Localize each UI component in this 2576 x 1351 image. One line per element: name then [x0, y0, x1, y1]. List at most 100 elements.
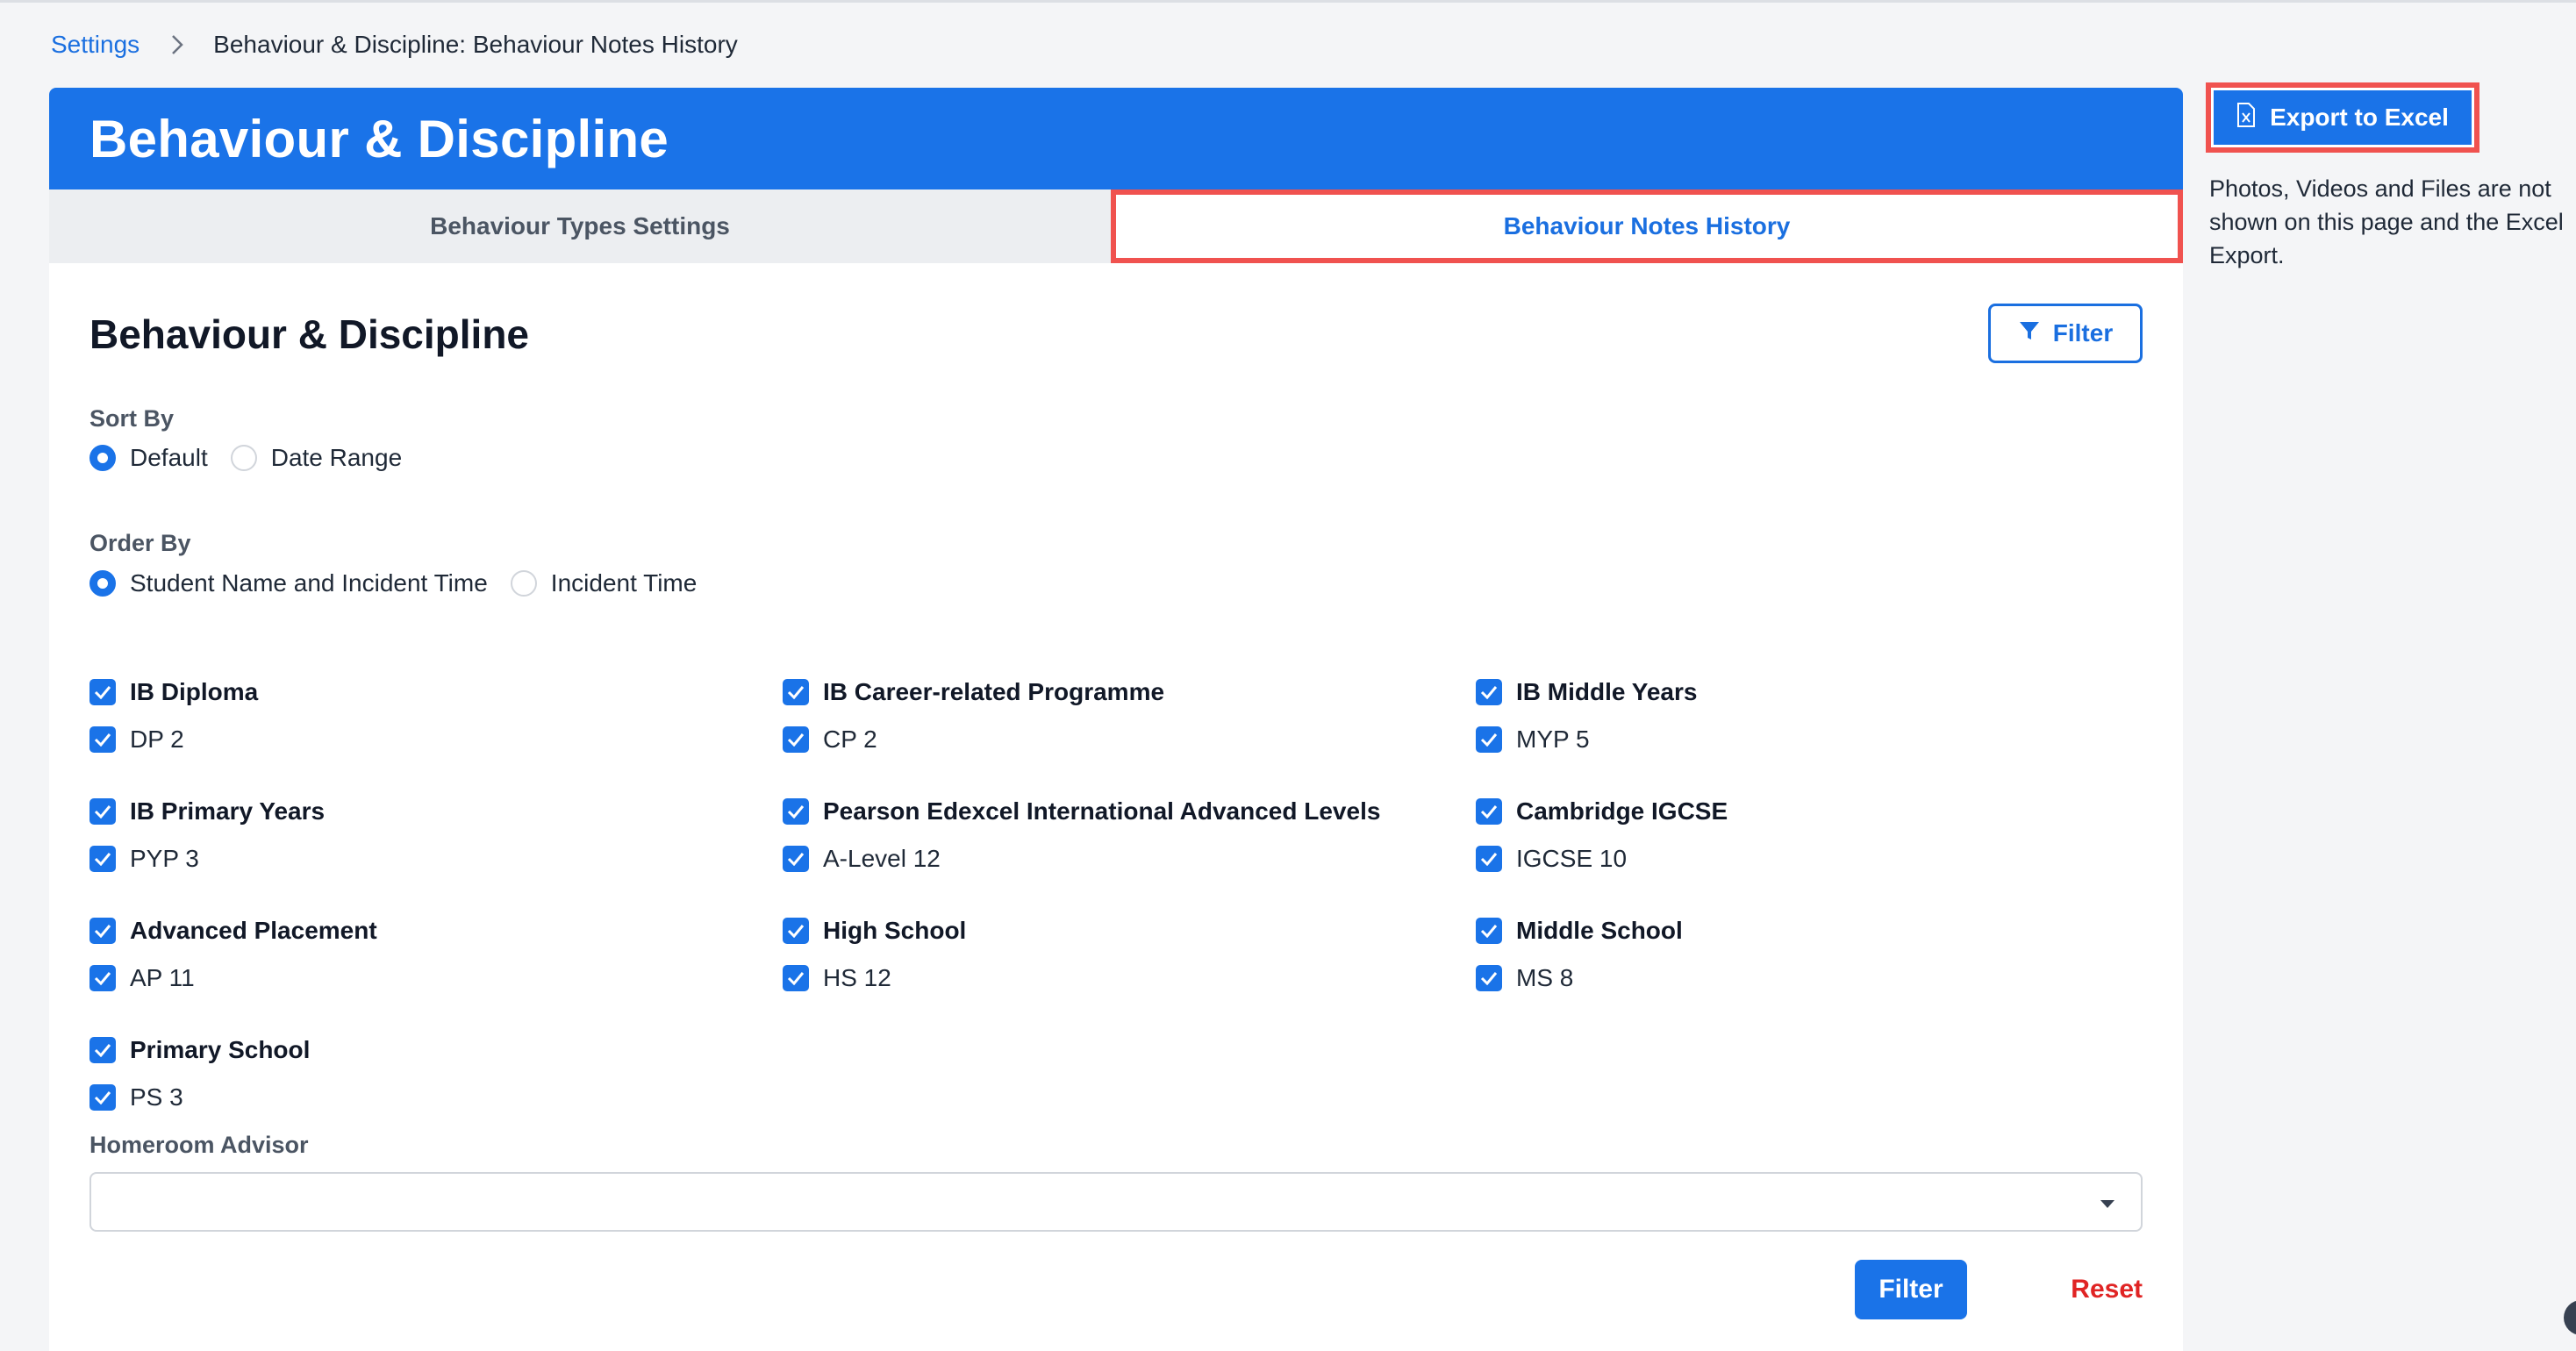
programme-checkbox[interactable]: High School: [783, 907, 966, 954]
checkbox-checked-icon[interactable]: [89, 1084, 116, 1111]
programme-checkbox[interactable]: Primary School: [89, 1026, 310, 1074]
order-by-student-name-option[interactable]: Student Name and Incident Time: [89, 569, 488, 597]
breadcrumb-settings-link[interactable]: Settings: [51, 31, 140, 59]
checkbox-label: Advanced Placement: [130, 917, 377, 944]
checkbox-checked-icon[interactable]: [783, 918, 809, 944]
checkbox-label: MYP 5: [1516, 726, 1590, 753]
checkbox-checked-icon[interactable]: [1476, 918, 1502, 944]
checkbox-checked-icon[interactable]: [89, 1037, 116, 1063]
order-by-radio-group: Student Name and Incident Time Incident …: [89, 569, 719, 597]
filter-funnel-icon: [2018, 319, 2041, 348]
programme-checkbox[interactable]: IB Middle Years: [1476, 668, 1697, 716]
grade-checkbox[interactable]: AP 11: [89, 954, 377, 1002]
checkbox-label: A-Level 12: [823, 845, 941, 872]
radio-label: Date Range: [270, 444, 403, 471]
checkbox-checked-icon[interactable]: [1476, 965, 1502, 991]
order-by-incident-time-option[interactable]: Incident Time: [510, 569, 698, 597]
programme-group: IB Career-related Programme CP 2: [783, 668, 1164, 763]
sort-by-default-option[interactable]: Default: [89, 444, 208, 472]
breadcrumb-current: Behaviour & Discipline: Behaviour Notes …: [213, 31, 738, 58]
tab-behaviour-notes-history[interactable]: Behaviour Notes History: [1111, 189, 2183, 263]
grade-checkbox[interactable]: HS 12: [783, 954, 966, 1002]
checkbox-label: CP 2: [823, 726, 877, 753]
help-launcher[interactable]: [2564, 1300, 2576, 1335]
checkbox-checked-icon[interactable]: [783, 798, 809, 825]
checkbox-label: IB Middle Years: [1516, 678, 1698, 705]
checkbox-label: IGCSE 10: [1516, 845, 1628, 872]
sort-by-label: Sort By: [89, 405, 175, 432]
programme-group: IB Primary Years PYP 3: [89, 788, 325, 883]
export-label: Export to Excel: [2270, 104, 2449, 131]
radio-selected[interactable]: [89, 445, 116, 471]
programme-checkbox[interactable]: IB Diploma: [89, 668, 258, 716]
checkbox-label: Primary School: [130, 1036, 311, 1063]
grade-checkbox[interactable]: IGCSE 10: [1476, 835, 1728, 883]
chevron-right-icon: [162, 30, 192, 60]
export-note: Photos, Videos and Files are not shown o…: [2209, 175, 2564, 268]
grade-checkbox[interactable]: MS 8: [1476, 954, 1683, 1002]
programme-group: Middle School MS 8: [1476, 907, 1683, 1002]
grade-checkbox[interactable]: DP 2: [89, 716, 258, 763]
checkbox-label: IB Career-related Programme: [823, 678, 1165, 705]
export-to-excel-button[interactable]: Export to Excel: [2214, 90, 2472, 145]
tab-bar: Behaviour Types Settings Behaviour Notes…: [49, 189, 2183, 263]
sort-by-date-range-option[interactable]: Date Range: [230, 444, 403, 472]
checkbox-checked-icon[interactable]: [89, 798, 116, 825]
radio-label: Student Name and Incident Time: [130, 569, 488, 597]
reset-button[interactable]: Reset: [2071, 1260, 2143, 1319]
excel-file-icon: [2236, 102, 2256, 133]
programme-checkbox[interactable]: Middle School: [1476, 907, 1683, 954]
tab-behaviour-types-settings[interactable]: Behaviour Types Settings: [49, 189, 1111, 263]
checkbox-label: HS 12: [823, 964, 891, 991]
order-by-label: Order By: [89, 530, 191, 556]
checkbox-checked-icon[interactable]: [783, 679, 809, 705]
checkbox-checked-icon[interactable]: [783, 726, 809, 753]
homeroom-advisor-label: Homeroom Advisor: [89, 1132, 309, 1158]
programme-group: IB Diploma DP 2: [89, 668, 258, 763]
checkbox-checked-icon[interactable]: [89, 726, 116, 753]
checkbox-label: AP 11: [130, 964, 195, 991]
programme-checkbox[interactable]: Cambridge IGCSE: [1476, 788, 1728, 835]
programme-group: Advanced Placement AP 11: [89, 907, 377, 1002]
checkbox-label: Cambridge IGCSE: [1516, 797, 1728, 825]
checkbox-checked-icon[interactable]: [89, 846, 116, 872]
behaviour-card: Behaviour & Discipline Behaviour Types S…: [49, 88, 2183, 1351]
programme-checkbox[interactable]: Advanced Placement: [89, 907, 377, 954]
grade-checkbox[interactable]: CP 2: [783, 716, 1164, 763]
radio-selected[interactable]: [89, 570, 116, 597]
checkbox-checked-icon[interactable]: [783, 846, 809, 872]
filter-toggle-label: Filter: [2052, 319, 2114, 347]
filter-toggle-button[interactable]: Filter: [1988, 304, 2143, 363]
grade-checkbox[interactable]: PYP 3: [89, 835, 325, 883]
checkbox-label: MS 8: [1516, 964, 1574, 991]
radio-label: Incident Time: [550, 569, 698, 597]
sort-by-radio-group: Default Date Range: [89, 444, 425, 472]
checkbox-checked-icon[interactable]: [1476, 679, 1502, 705]
checkbox-label: PS 3: [130, 1083, 183, 1111]
export-highlight: Export to Excel: [2206, 82, 2479, 153]
card-header-title: Behaviour & Discipline: [49, 88, 2183, 189]
checkbox-checked-icon[interactable]: [89, 918, 116, 944]
radio-unselected[interactable]: [510, 570, 537, 597]
apply-filter-button[interactable]: Filter: [1855, 1260, 1967, 1319]
programme-group: IB Middle Years MYP 5: [1476, 668, 1697, 763]
homeroom-advisor-select[interactable]: [89, 1172, 2143, 1232]
programme-checkbox[interactable]: IB Career-related Programme: [783, 668, 1164, 716]
programme-checkbox[interactable]: Pearson Edexcel International Advanced L…: [783, 788, 1380, 835]
grade-checkbox[interactable]: PS 3: [89, 1074, 310, 1121]
programme-group: Primary School PS 3: [89, 1026, 310, 1121]
programme-group: Pearson Edexcel International Advanced L…: [783, 788, 1380, 883]
checkbox-checked-icon[interactable]: [783, 965, 809, 991]
checkbox-checked-icon[interactable]: [1476, 726, 1502, 753]
programme-group: High School HS 12: [783, 907, 966, 1002]
grade-checkbox[interactable]: MYP 5: [1476, 716, 1697, 763]
programme-checkbox[interactable]: IB Primary Years: [89, 788, 325, 835]
checkbox-checked-icon[interactable]: [89, 679, 116, 705]
section-title: Behaviour & Discipline: [89, 311, 530, 357]
checkbox-checked-icon[interactable]: [1476, 798, 1502, 825]
checkbox-checked-icon[interactable]: [1476, 846, 1502, 872]
radio-unselected[interactable]: [230, 445, 257, 471]
checkbox-label: Middle School: [1516, 917, 1683, 944]
checkbox-checked-icon[interactable]: [89, 965, 116, 991]
grade-checkbox[interactable]: A-Level 12: [783, 835, 1380, 883]
